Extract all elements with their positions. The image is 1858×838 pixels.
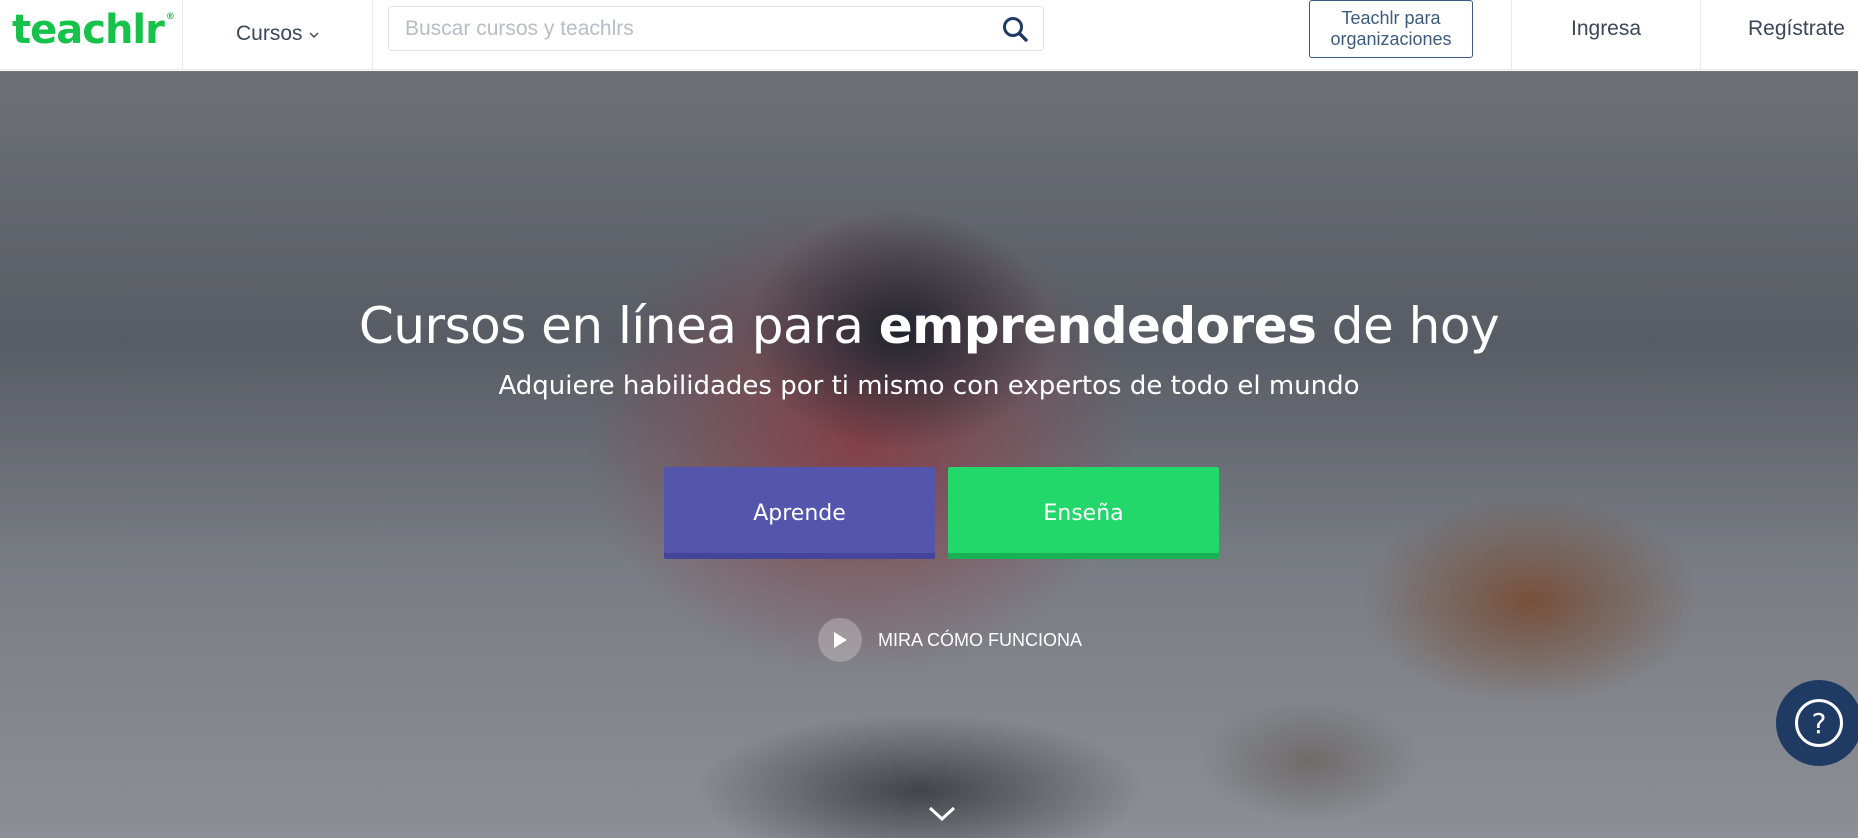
teachlr-logo[interactable]: teachlr ® xyxy=(12,6,175,54)
teachlr-for-organizations-button[interactable]: Teachlr para organizaciones xyxy=(1309,0,1473,58)
hero-subtitle: Adquiere habilidades por ti mismo con ex… xyxy=(498,371,1360,401)
org-button-line2: organizaciones xyxy=(1330,29,1452,49)
courses-dropdown[interactable]: Cursos xyxy=(236,16,319,52)
how-it-works-link[interactable]: MIRA CÓMO FUNCIONA xyxy=(818,618,1083,662)
org-button-line1: Teachlr para xyxy=(1341,8,1441,28)
login-link[interactable]: Ingresa xyxy=(1571,14,1641,44)
hero-title-part1: Cursos en línea para xyxy=(358,297,879,355)
how-it-works-label: MIRA CÓMO FUNCIONA xyxy=(878,629,1083,650)
registered-mark: ® xyxy=(165,12,175,22)
chevron-down-icon xyxy=(309,32,319,38)
search-bar xyxy=(388,6,1044,51)
register-link[interactable]: Regístrate xyxy=(1748,14,1845,44)
play-icon xyxy=(818,618,862,662)
hero-title-bold: emprendedores xyxy=(878,297,1317,355)
search-input[interactable] xyxy=(389,7,999,50)
nav-divider xyxy=(182,0,183,70)
help-question-icon: ? xyxy=(1795,699,1843,747)
nav-divider xyxy=(372,0,373,70)
hero-section: Cursos en línea para emprendedores de ho… xyxy=(0,71,1858,838)
help-button[interactable]: ? xyxy=(1776,680,1858,766)
top-navbar: teachlr ® Cursos Teachlr para organizaci… xyxy=(0,0,1858,70)
nav-divider xyxy=(1511,0,1512,70)
learn-button[interactable]: Aprende xyxy=(664,467,935,559)
teach-button[interactable]: Enseña xyxy=(948,467,1219,559)
hero-background-photo xyxy=(0,71,1858,838)
hero-title: Cursos en línea para emprendedores de ho… xyxy=(0,297,1858,355)
nav-divider xyxy=(1700,0,1701,70)
logo-text: teachlr xyxy=(12,7,165,53)
courses-label: Cursos xyxy=(236,22,303,45)
scroll-down-chevron-icon[interactable] xyxy=(928,805,956,823)
search-icon[interactable] xyxy=(999,13,1031,45)
hero-title-part2: de hoy xyxy=(1316,297,1500,355)
